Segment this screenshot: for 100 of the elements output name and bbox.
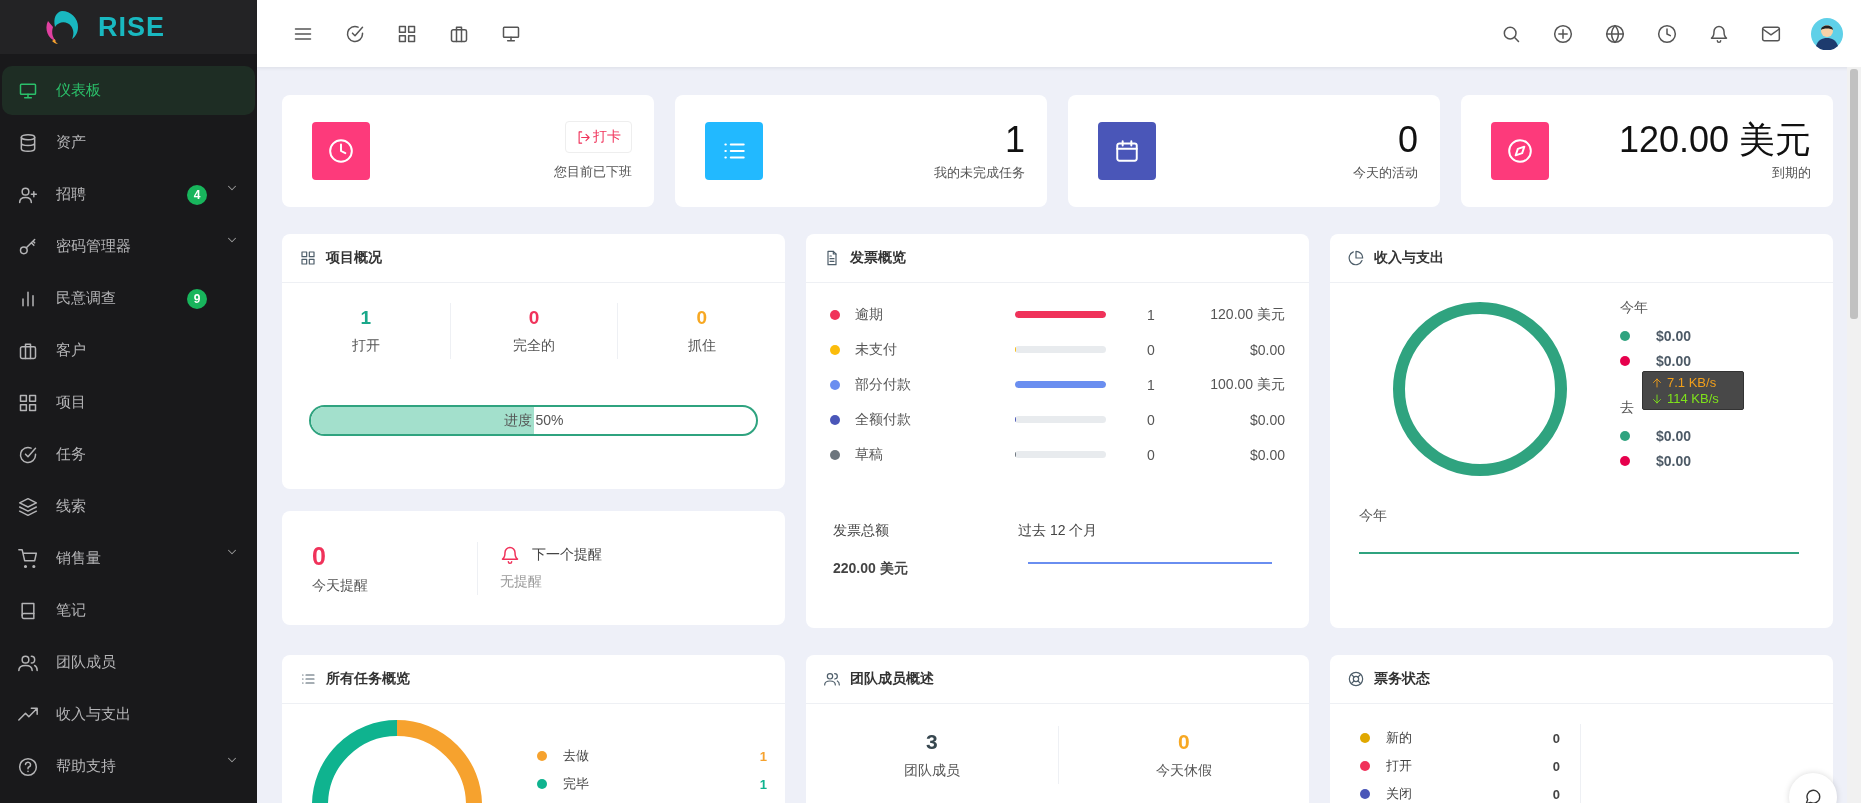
total-amount: 220.00 美元 — [833, 560, 909, 578]
sidebar-item[interactable]: 帮助支持 — [2, 742, 255, 791]
invoice-count: 0 — [1146, 446, 1156, 463]
invoice-count: 1 — [1146, 376, 1156, 393]
sidebar-item[interactable]: 客户 — [2, 326, 255, 375]
clock-icon[interactable] — [1657, 23, 1677, 44]
invoice-count: 0 — [1146, 341, 1156, 358]
bell-icon — [500, 545, 520, 565]
legend-amount: $0.00 — [1656, 352, 1692, 369]
calendar-icon — [1114, 138, 1140, 164]
sidebar-item[interactable]: 招聘 4 — [2, 170, 255, 219]
upload-speed: 7.1 KB/s — [1667, 375, 1717, 390]
legend-count: 1 — [759, 748, 767, 764]
down-arrow-icon — [1651, 392, 1663, 405]
chat-icon — [1804, 788, 1822, 803]
check-circle-icon[interactable] — [345, 23, 365, 44]
grid-icon[interactable] — [397, 23, 417, 44]
card-title: 团队成员概述 — [850, 670, 934, 688]
help-icon — [18, 756, 38, 777]
stat-value: 0 — [1397, 120, 1418, 160]
card-title: 项目概况 — [326, 249, 382, 267]
sidebar-item[interactable]: 销售量 — [2, 534, 255, 583]
stat-label: 打开 — [351, 337, 380, 355]
invoice-amount: $0.00 — [1248, 411, 1285, 428]
bell-icon[interactable] — [1709, 23, 1729, 44]
stat-label: 完全的 — [513, 337, 555, 355]
stat-value: 0 — [696, 307, 707, 329]
legend-count: 0 — [1552, 786, 1560, 802]
globe-icon[interactable] — [1605, 23, 1625, 44]
invoice-status: 全额付款 — [855, 410, 912, 429]
sidebar-item[interactable]: 密码管理器 — [2, 222, 255, 271]
legend-amount: $0.00 — [1656, 327, 1692, 344]
sidebar-item[interactable]: 线索 — [2, 482, 255, 531]
logo-text: RISE — [98, 11, 166, 43]
sidebar-item[interactable]: 收入与支出 — [2, 690, 255, 739]
reminder-count: 0 — [312, 541, 327, 571]
legend-amount: $0.00 — [1656, 452, 1692, 469]
invoice-amount: 120.00 美元 — [1209, 305, 1285, 324]
legend-count: 1 — [759, 776, 767, 792]
clock-in-button[interactable]: 打卡 — [565, 121, 632, 153]
download-speed: 114 KB/s — [1667, 391, 1719, 406]
stat-caption: 到期的 — [1772, 163, 1811, 182]
count-badge: 4 — [187, 184, 207, 205]
next-reminder-title: 下一个提醒 — [532, 546, 602, 564]
stat-label: 抓住 — [687, 337, 716, 355]
invoice-amount: 100.00 美元 — [1209, 375, 1285, 394]
cart-icon — [18, 548, 38, 569]
legend-label: 打开 — [1386, 757, 1413, 775]
clock-icon — [328, 138, 354, 164]
invoice-status: 未支付 — [855, 340, 898, 359]
sidebar-item[interactable]: 项目 — [2, 378, 255, 427]
invoice-status: 草稿 — [855, 445, 884, 464]
card-title: 收入与支出 — [1374, 249, 1444, 267]
invoice-count: 1 — [1146, 306, 1156, 323]
year-label: 今年 — [1620, 298, 1648, 317]
sidebar-item[interactable]: 资产 — [2, 118, 255, 167]
count-badge: 9 — [187, 288, 207, 309]
up-arrow-icon — [1651, 376, 1663, 389]
stat-caption: 我的未完成任务 — [934, 163, 1025, 182]
stat-value: 0 — [528, 307, 540, 329]
compass-icon — [1507, 138, 1533, 164]
grid-icon — [300, 250, 316, 266]
book-icon — [18, 600, 38, 621]
invoice-count: 0 — [1146, 411, 1156, 428]
sidebar-item[interactable]: 任务 — [2, 430, 255, 479]
stat-value: 1 — [360, 307, 372, 329]
key-icon — [18, 236, 38, 257]
pie-chart-icon — [1348, 250, 1364, 266]
sidebar-item[interactable]: 民意调查 9 — [2, 274, 255, 323]
stat-label: 今天休假 — [1155, 762, 1212, 780]
total-label: 发票总额 — [833, 522, 890, 540]
stat-label: 团队成员 — [903, 762, 960, 780]
invoice-amount: $0.00 — [1248, 446, 1285, 463]
chart-label: 今年 — [1358, 506, 1388, 525]
stat-value: 0 — [1177, 730, 1190, 754]
stat-caption: 您目前已下班 — [554, 163, 632, 181]
scrollbar[interactable] — [1847, 67, 1861, 803]
stat-value: 3 — [925, 730, 938, 754]
avatar[interactable] — [1811, 17, 1843, 50]
plus-circle-icon[interactable] — [1553, 23, 1573, 44]
legend-label: 完毕 — [563, 775, 590, 793]
sidebar-item[interactable]: 仪表板 — [2, 66, 255, 115]
next-reminder-value: 无提醒 — [500, 573, 543, 591]
card-title: 票务状态 — [1374, 670, 1430, 688]
invoice-amount: $0.00 — [1248, 341, 1285, 358]
stat-value: 120.00 美元 — [1618, 120, 1811, 160]
list-icon — [300, 671, 316, 687]
card-title: 发票概览 — [850, 249, 906, 267]
card-title: 所有任务概览 — [326, 670, 410, 688]
legend-label: 去做 — [563, 747, 590, 765]
legend-count: 0 — [1552, 758, 1560, 774]
sidebar-item[interactable]: 团队成员 — [2, 638, 255, 687]
grid-icon — [18, 392, 38, 413]
legend-label: 新的 — [1386, 729, 1413, 747]
legend-label: 关闭 — [1386, 785, 1413, 803]
stat-caption: 今天的活动 — [1353, 163, 1418, 182]
sign-out-icon — [576, 129, 591, 145]
period-label: 过去 12 个月 — [1018, 522, 1099, 540]
sidebar-item[interactable]: 笔记 — [2, 586, 255, 635]
document-icon — [824, 250, 840, 266]
